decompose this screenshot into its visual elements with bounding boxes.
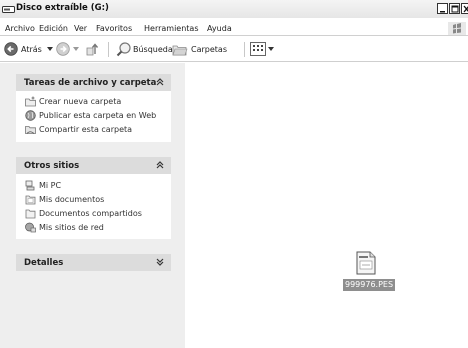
- title-bar[interactable]: Disco extraíble (G:): [0, 0, 468, 18]
- other-places-panel: Otros sitios Mi PC Mis documentos Docume…: [16, 157, 171, 239]
- menu-ver[interactable]: Ver: [74, 24, 87, 33]
- menu-bar: Archivo Edición Ver Favoritos Herramient…: [0, 21, 468, 36]
- shared-folder-icon: [25, 209, 36, 219]
- task-publish-web[interactable]: Publicar esta carpeta en Web: [25, 110, 165, 122]
- collapse-chevron-icon[interactable]: [155, 77, 165, 87]
- forward-arrow-icon[interactable]: [56, 42, 70, 56]
- toolbar: Atrás Búsqueda Carpetas: [0, 37, 468, 62]
- forward-dropdown-icon[interactable]: [73, 47, 79, 51]
- views-dropdown-icon[interactable]: [268, 47, 274, 51]
- panel-title: Tareas de archivo y carpeta: [24, 78, 157, 88]
- menu-edicion[interactable]: Edición: [39, 24, 68, 33]
- toolbar-separator: [108, 42, 109, 57]
- menu-herramientas[interactable]: Herramientas: [144, 24, 199, 33]
- toolbar-separator: [244, 42, 245, 57]
- network-icon: [25, 222, 36, 233]
- task-label: Publicar esta carpeta en Web: [39, 111, 157, 120]
- windows-logo-icon: [448, 22, 466, 35]
- views-icon[interactable]: [250, 42, 266, 56]
- panel-title: Detalles: [24, 258, 64, 268]
- maximize-button[interactable]: [449, 3, 460, 14]
- up-folder-icon[interactable]: [86, 41, 100, 56]
- share-folder-icon: [25, 126, 36, 134]
- explorer-window: Disco extraíble (G:) Archivo Edición Ver…: [0, 0, 468, 348]
- menu-favoritos[interactable]: Favoritos: [96, 24, 132, 33]
- back-button-label[interactable]: Atrás: [21, 45, 42, 54]
- pes-file-icon[interactable]: [356, 251, 376, 275]
- close-icon: [463, 5, 468, 13]
- task-pane: Tareas de archivo y carpeta Crear nueva …: [0, 63, 185, 348]
- details-panel: Detalles: [16, 254, 171, 271]
- search-button-label[interactable]: Búsqueda: [133, 45, 173, 54]
- back-arrow-icon[interactable]: [4, 42, 18, 56]
- place-my-pc[interactable]: Mi PC: [25, 180, 165, 192]
- window-title: Disco extraíble (G:): [16, 3, 109, 13]
- close-button[interactable]: [461, 3, 468, 14]
- panel-title: Otros sitios: [24, 161, 80, 171]
- file-name-label[interactable]: 999976.PES: [343, 279, 396, 291]
- file-list-area[interactable]: [185, 63, 468, 348]
- documents-folder-icon: [25, 195, 36, 205]
- globe-icon: [25, 110, 36, 121]
- panel-header[interactable]: Tareas de archivo y carpeta: [16, 74, 171, 91]
- folders-button-label[interactable]: Carpetas: [191, 45, 227, 54]
- search-icon[interactable]: [116, 41, 132, 57]
- new-folder-icon: [25, 96, 36, 107]
- minimize-icon: [440, 11, 445, 13]
- task-label: Compartir esta carpeta: [39, 125, 133, 134]
- task-label: Crear nueva carpeta: [39, 97, 122, 106]
- maximize-icon: [451, 5, 459, 13]
- back-dropdown-icon[interactable]: [47, 47, 53, 51]
- place-my-network[interactable]: Mis sitios de red: [25, 222, 165, 234]
- task-share-folder[interactable]: Compartir esta carpeta: [25, 124, 165, 136]
- place-my-documents[interactable]: Mis documentos: [25, 194, 165, 206]
- place-label: Documentos compartidos: [39, 209, 142, 218]
- panel-header[interactable]: Otros sitios: [16, 157, 171, 174]
- panel-header[interactable]: Detalles: [16, 254, 171, 271]
- menu-archivo[interactable]: Archivo: [5, 24, 35, 33]
- expand-chevron-icon[interactable]: [155, 257, 165, 267]
- collapse-chevron-icon[interactable]: [155, 160, 165, 170]
- minimize-button[interactable]: [437, 3, 448, 14]
- menu-ayuda[interactable]: Ayuda: [207, 24, 232, 33]
- folders-icon[interactable]: [172, 43, 188, 56]
- computer-icon: [25, 180, 35, 191]
- place-shared-documents[interactable]: Documentos compartidos: [25, 208, 165, 220]
- drive-icon: [2, 6, 15, 13]
- place-label: Mis documentos: [39, 195, 105, 204]
- place-label: Mi PC: [39, 181, 62, 190]
- file-folder-tasks-panel: Tareas de archivo y carpeta Crear nueva …: [16, 74, 171, 142]
- place-label: Mis sitios de red: [39, 223, 104, 232]
- task-create-folder[interactable]: Crear nueva carpeta: [25, 96, 165, 108]
